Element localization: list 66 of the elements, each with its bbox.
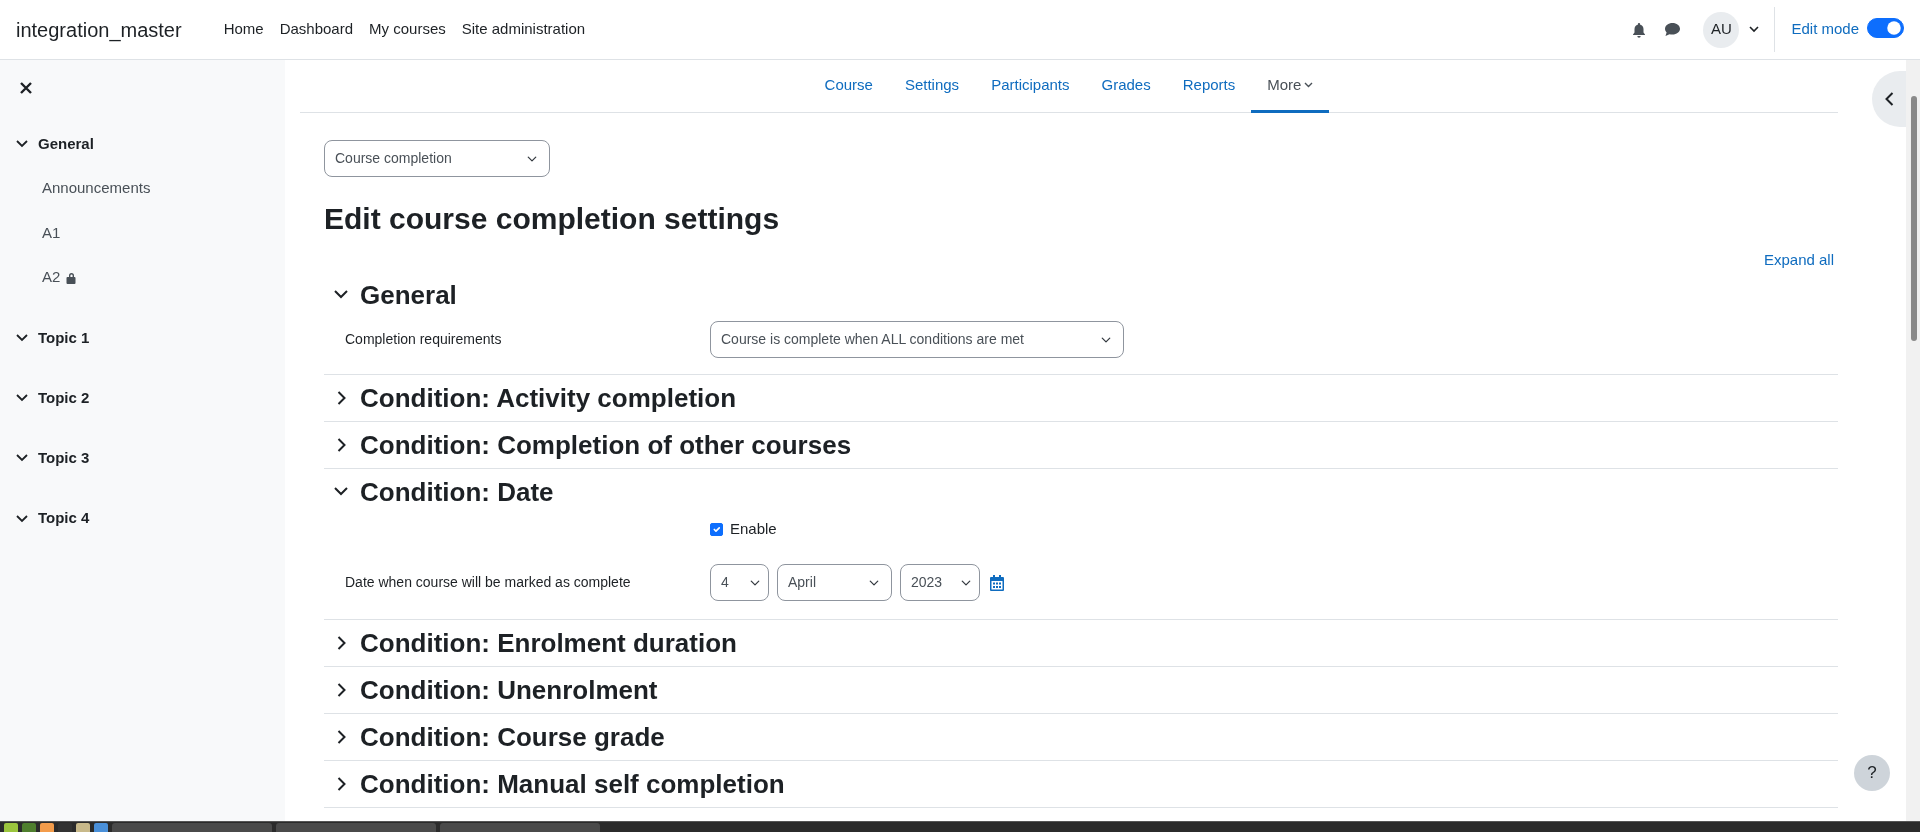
field-label: Completion requirements <box>345 331 502 347</box>
section-heading: Condition: Unenrolment <box>360 673 658 707</box>
section-heading: Condition: Manual self completion <box>360 767 785 801</box>
help-button[interactable]: ? <box>1854 755 1890 791</box>
drawer-toggle[interactable] <box>1872 71 1906 127</box>
section-heading: Condition: Date <box>360 475 554 509</box>
chevron-right-icon <box>336 635 346 650</box>
user-avatar[interactable]: AU <box>1703 11 1740 48</box>
chevron-down-icon <box>16 140 28 148</box>
bell-icon <box>1632 21 1647 38</box>
chevron-left-icon <box>1884 92 1894 106</box>
completion-select[interactable]: Course is complete when ALL conditions are met <box>710 321 1124 358</box>
section-heading: Condition: Activity completion <box>360 381 737 415</box>
calendar-button[interactable] <box>990 574 1004 591</box>
section-heading: General <box>360 278 457 312</box>
month-select[interactable]: April <box>777 564 892 601</box>
chevron-right-icon <box>336 682 346 697</box>
day-select[interactable]: 4 <box>710 564 769 601</box>
section-heading: Condition: Course grade <box>360 720 665 754</box>
chevron-right-icon <box>336 437 346 452</box>
enable-checkbox[interactable] <box>710 523 723 536</box>
nav-link[interactable]: My courses <box>361 18 454 41</box>
field-label: Date when course will be marked as complete <box>345 574 631 590</box>
chat-icon <box>1664 22 1682 37</box>
expand-all-link[interactable]: Expand all <box>1763 249 1834 272</box>
nav-link[interactable]: Dashboard <box>271 18 362 41</box>
nav-tab[interactable]: Settings <box>888 60 976 113</box>
nav-tab[interactable]: More <box>1251 60 1330 113</box>
section-heading: Condition: Enrolment duration <box>360 626 737 660</box>
section-heading: Condition: Completion of other courses <box>360 428 852 462</box>
chevron-down-icon <box>334 290 348 299</box>
site-name[interactable]: integration_master <box>16 14 182 45</box>
course-index-item[interactable]: A1 <box>42 221 61 245</box>
caret-icon <box>1749 26 1760 33</box>
course-index-section[interactable]: Topic 3 <box>16 447 90 470</box>
edit-mode-label: Edit mode <box>1791 19 1859 40</box>
year-select[interactable]: 2023 <box>900 564 980 601</box>
page-select[interactable]: Course completion <box>324 140 550 177</box>
course-index-section[interactable]: General <box>16 132 94 156</box>
scrollbar-thumb[interactable] <box>1911 96 1917 341</box>
chevron-down-icon <box>16 514 28 523</box>
nav-tab[interactable]: Course <box>808 60 889 113</box>
chevron-down-icon <box>16 333 28 342</box>
chevron-down-icon <box>16 454 28 463</box>
chevron-right-icon <box>336 390 346 405</box>
close-button[interactable] <box>20 82 32 94</box>
chevron-down-icon <box>16 394 28 402</box>
close-icon <box>20 82 32 94</box>
nav-link[interactable]: Home <box>215 18 272 41</box>
nav-tab[interactable]: Participants <box>975 60 1086 113</box>
nav-tab[interactable]: Reports <box>1166 60 1252 113</box>
scrollbar[interactable] <box>1906 60 1920 821</box>
page-title: Edit course completion settings <box>324 201 781 237</box>
checkbox-label: Enable <box>730 519 777 540</box>
course-index-section[interactable]: Topic 4 <box>16 507 90 530</box>
course-index-section[interactable]: Topic 2 <box>16 386 90 410</box>
nav-tab[interactable]: Grades <box>1085 60 1167 113</box>
chevron-down-icon <box>334 487 348 496</box>
chevron-right-icon <box>336 729 346 744</box>
edit-mode-switch[interactable] <box>1867 17 1904 38</box>
chevron-right-icon <box>336 776 346 791</box>
course-index-item[interactable]: A2 <box>42 266 78 289</box>
nav-link[interactable]: Site administration <box>453 18 594 41</box>
calendar-icon <box>990 574 1004 591</box>
course-index-item[interactable]: Announcements <box>42 177 151 200</box>
course-index-section[interactable]: Topic 1 <box>16 326 90 349</box>
